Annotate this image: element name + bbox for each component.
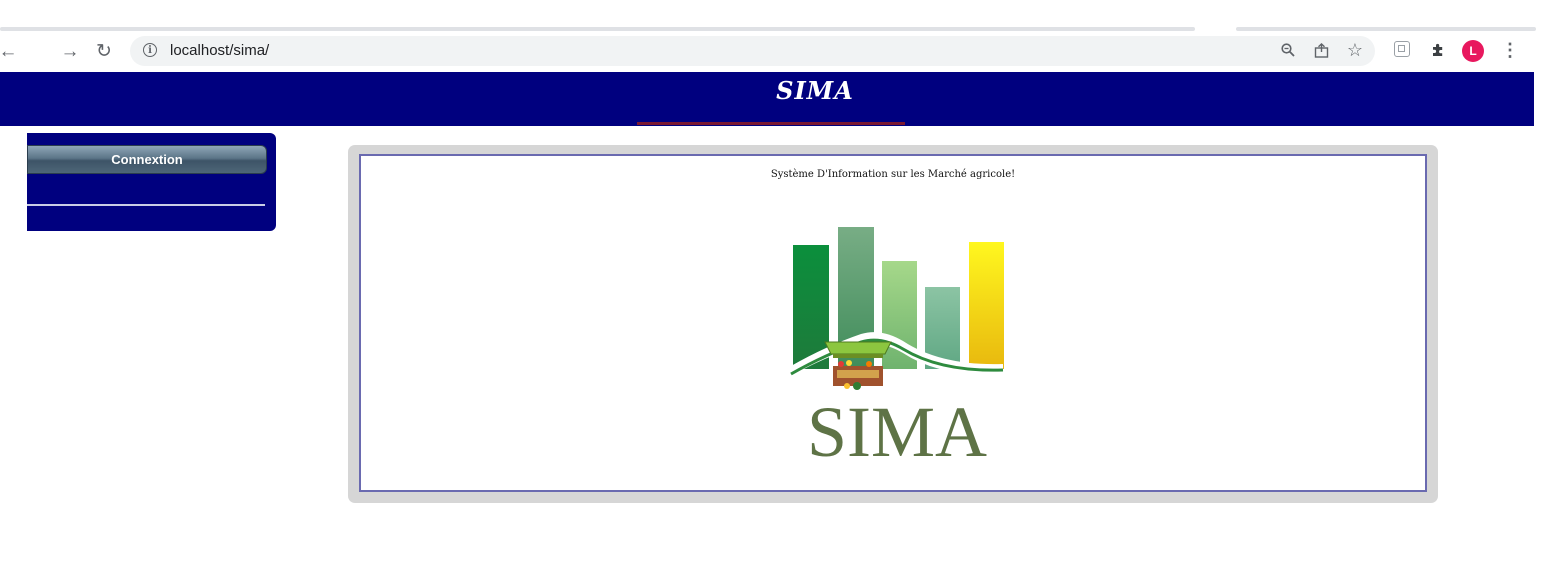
sidebar-divider — [27, 204, 265, 206]
back-arrow-icon[interactable]: ← — [0, 39, 20, 63]
address-bar[interactable]: i localhost/sima/ — [130, 36, 1375, 66]
welcome-text: Système D'Information sur les Marché agr… — [770, 169, 1016, 180]
url-text[interactable]: localhost/sima/ — [170, 42, 269, 59]
site-title: SIMA — [776, 76, 854, 105]
logo-bar-5 — [969, 242, 1004, 369]
profile-avatar[interactable]: L — [1462, 40, 1484, 62]
forward-arrow-icon[interactable]: → — [58, 39, 82, 63]
tab-strip — [0, 0, 1564, 31]
reload-icon[interactable]: ↻ — [92, 39, 116, 63]
star-icon[interactable]: ☆ — [1345, 40, 1365, 60]
header-underline — [637, 122, 905, 125]
browser-window: ← → ↻ i localhost/sima/ ☆ L ⋮ SIMA Conne… — [0, 0, 1564, 577]
puzzle-icon[interactable] — [1428, 40, 1448, 60]
sima-logo: SIMA — [790, 227, 1004, 466]
logo-market-stall — [824, 341, 892, 390]
login-button[interactable]: Connextion — [27, 145, 267, 174]
kebab-menu-icon[interactable]: ⋮ — [1500, 40, 1520, 60]
content-frame: Système D'Information sur les Marché agr… — [348, 145, 1438, 503]
logo-text: SIMA — [807, 392, 987, 466]
share-icon[interactable] — [1311, 40, 1331, 60]
browser-toolbar: ← → ↻ i localhost/sima/ ☆ L ⋮ — [0, 31, 1564, 72]
content-panel: Système D'Information sur les Marché agr… — [359, 154, 1427, 492]
info-icon[interactable]: i — [143, 43, 157, 57]
zoom-icon[interactable] — [1278, 40, 1298, 60]
extension-square-icon[interactable] — [1394, 41, 1410, 57]
site-header: SIMA — [0, 72, 1534, 126]
sidebar: Connextion — [27, 133, 276, 231]
